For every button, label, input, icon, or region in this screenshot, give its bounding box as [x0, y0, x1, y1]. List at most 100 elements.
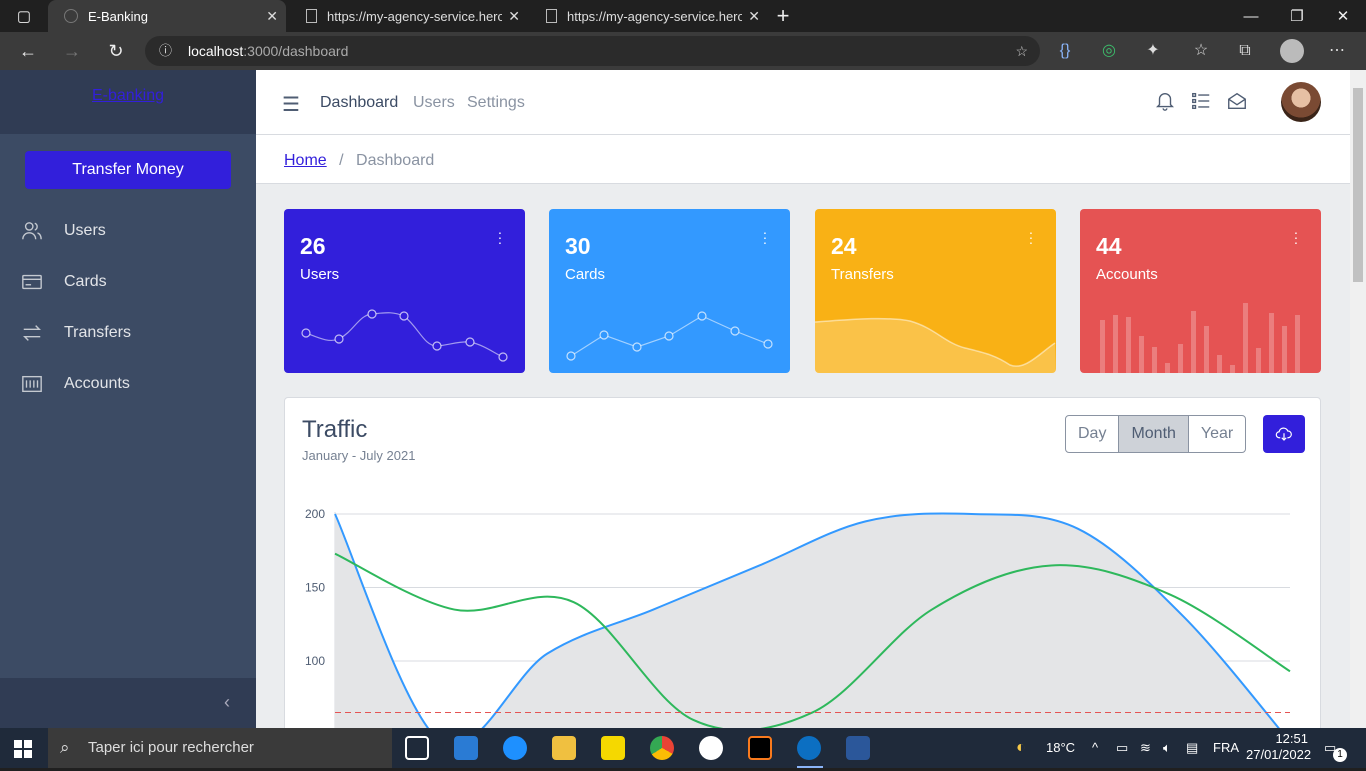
favorite-star-icon[interactable]: ☆ — [1015, 36, 1028, 66]
file-explorer-icon[interactable] — [552, 736, 576, 760]
scrollbar-thumb[interactable] — [1353, 88, 1363, 282]
notification-count: 1 — [1333, 748, 1347, 762]
sidebar-item-label: Transfers — [64, 324, 131, 341]
breadcrumb: Home / Dashboard — [256, 135, 1350, 184]
user-avatar[interactable] — [1281, 82, 1321, 122]
tab-title: E-Banking — [88, 8, 148, 24]
envelope-open-icon[interactable] — [1226, 90, 1250, 114]
address-bar: ← → ↻ ⓘ localhost:3000/dashboard ☆ {} ◎ … — [0, 32, 1366, 70]
sidebar-item-cards[interactable]: Cards — [0, 262, 256, 302]
sidebar-brand: E-banking — [0, 70, 256, 134]
tab-ebanking[interactable]: E-Banking ✕ — [48, 0, 286, 32]
stat-card-users: 26 Users · · · — [284, 209, 525, 373]
restore-icon[interactable]: ❐ — [1274, 0, 1320, 32]
transfer-money-button[interactable]: Transfer Money — [25, 151, 231, 189]
tab-agency-2[interactable]: https://my-agency-service.herok ✕ — [530, 0, 768, 32]
nav-users[interactable]: Users — [413, 94, 455, 112]
sidebar-item-transfers[interactable]: Transfers — [0, 313, 256, 353]
card-options-icon[interactable]: · · · — [497, 225, 503, 249]
task-list-icon[interactable] — [1190, 90, 1214, 114]
favorites-icon[interactable]: ☆ — [1190, 41, 1212, 61]
tab-actions-icon[interactable]: ▢ — [2, 0, 46, 32]
tab-agency-1[interactable]: https://my-agency-service.herok ✕ — [290, 0, 528, 32]
back-icon[interactable]: ← — [16, 40, 40, 62]
sidebar-item-accounts[interactable]: Accounts — [0, 364, 256, 404]
range-month-button[interactable]: Month — [1119, 416, 1189, 452]
users-icon — [0, 220, 64, 242]
mongodb-compass-icon[interactable] — [699, 736, 723, 760]
weather-temp[interactable]: 18°C — [1046, 728, 1075, 768]
language-indicator[interactable]: FRA — [1213, 728, 1239, 768]
tray-chevron-icon[interactable]: ^ — [1092, 728, 1098, 768]
word-icon[interactable] — [846, 736, 870, 760]
card-options-icon[interactable]: · · · — [762, 225, 768, 249]
cloud-download-icon[interactable] — [1263, 415, 1305, 453]
range-year-button[interactable]: Year — [1189, 416, 1245, 452]
more-menu-icon[interactable]: ⋯ — [1326, 41, 1348, 61]
traffic-chart: 100 150 200 — [285, 498, 1320, 728]
extension-braces-icon[interactable]: {} — [1054, 41, 1076, 61]
stat-value: 30 — [565, 233, 591, 259]
battery-icon[interactable]: ▭ — [1116, 728, 1128, 768]
stat-label: Accounts — [1096, 266, 1158, 283]
chrome-icon[interactable] — [650, 736, 674, 760]
weather-icon[interactable]: ◐ — [1016, 728, 1026, 768]
notification-center-icon[interactable]: ▭ — [1324, 728, 1336, 768]
wifi-icon[interactable]: ≋ — [1140, 728, 1151, 768]
bell-icon[interactable] — [1154, 90, 1178, 114]
collections-icon[interactable]: ⧉ — [1234, 41, 1256, 61]
sidebar-minimizer[interactable]: ‹ — [0, 678, 256, 728]
url-field[interactable]: ⓘ localhost:3000/dashboard ☆ — [145, 36, 1040, 66]
info-icon: ⓘ — [159, 43, 173, 58]
new-tab-icon[interactable]: + — [760, 0, 806, 32]
nav-dashboard[interactable]: Dashboard — [320, 94, 398, 112]
search-placeholder: Taper ici pour rechercher — [88, 739, 254, 756]
card-options-icon[interactable]: · · · — [1293, 225, 1299, 249]
windows-start-icon[interactable] — [14, 740, 32, 758]
close-tab-icon[interactable]: ✕ — [266, 8, 278, 25]
sidebar: E-banking Transfer Money Users Cards Tra… — [0, 70, 256, 728]
network-icon[interactable]: ▤ — [1186, 728, 1198, 768]
y-tick-label: 150 — [305, 581, 325, 595]
page-scrollbar[interactable] — [1350, 70, 1366, 728]
close-tab-icon[interactable]: ✕ — [748, 8, 760, 25]
url-path: :3000/dashboard — [243, 43, 349, 59]
sticky-notes-icon[interactable] — [601, 736, 625, 760]
header: ☰ Dashboard Users Settings — [256, 70, 1350, 135]
profile-icon[interactable] — [1280, 39, 1304, 63]
brand-link[interactable]: E-banking — [92, 87, 164, 104]
stat-label: Users — [300, 266, 340, 283]
vscode-icon[interactable] — [454, 736, 478, 760]
extensions-puzzle-icon[interactable]: ✦ — [1142, 41, 1164, 61]
page-icon — [546, 9, 557, 23]
breadcrumb-home-link[interactable]: Home — [284, 152, 327, 169]
volume-icon[interactable]: 🔈︎ — [1163, 728, 1171, 768]
search-icon: ⌕ — [60, 738, 70, 757]
nav-settings[interactable]: Settings — [467, 94, 525, 112]
stat-card-transfers: 24 Transfers · · · — [815, 209, 1056, 373]
traffic-subtitle: January - July 2021 — [302, 448, 416, 463]
minimize-icon[interactable]: — — [1228, 0, 1274, 32]
cards-sparkline — [566, 311, 773, 361]
reload-icon[interactable]: ↻ — [104, 40, 128, 62]
task-view-icon[interactable] — [405, 736, 429, 760]
range-day-button[interactable]: Day — [1066, 416, 1120, 452]
extension-circle-icon[interactable]: ◎ — [1098, 41, 1120, 61]
traffic-title: Traffic — [302, 416, 368, 443]
forward-icon[interactable]: → — [60, 40, 84, 62]
taskbar-search[interactable]: ⌕ Taper ici pour rechercher — [48, 728, 392, 768]
card-options-icon[interactable]: · · · — [1028, 225, 1034, 249]
stat-card-accounts: 44 Accounts · · · — [1080, 209, 1321, 373]
windows-taskbar: ⌕ Taper ici pour rechercher ◐ 18°C ^ ▭ ≋… — [0, 728, 1366, 768]
edge-icon[interactable] — [797, 736, 821, 760]
close-window-icon[interactable]: ✕ — [1320, 0, 1366, 32]
hamburger-menu-icon[interactable]: ☰ — [282, 92, 300, 117]
intellij-icon[interactable] — [748, 736, 772, 760]
edge-beta-icon[interactable] — [503, 736, 527, 760]
users-sparkline — [301, 309, 508, 362]
page-icon — [306, 9, 317, 23]
traffic-series-area — [335, 513, 1279, 728]
clock[interactable]: 12:51 27/01/2022 — [1246, 731, 1311, 771]
close-tab-icon[interactable]: ✕ — [508, 8, 520, 25]
sidebar-item-users[interactable]: Users — [0, 211, 256, 251]
